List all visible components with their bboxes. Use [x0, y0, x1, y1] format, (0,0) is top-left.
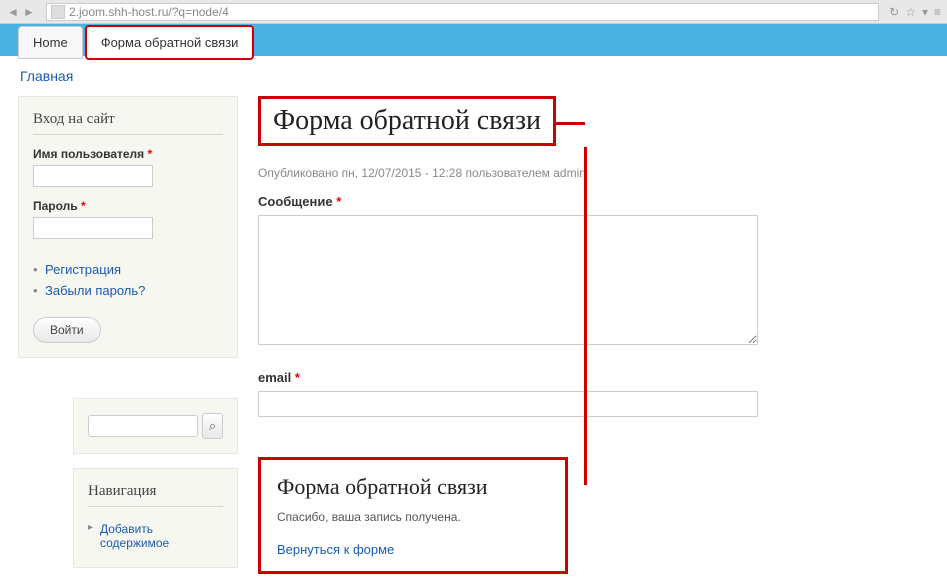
nav-arrows: ◄ ► — [6, 5, 36, 19]
email-label: email * — [258, 370, 929, 385]
nav-list: Добавить содержимое — [88, 519, 223, 553]
browser-toolbar: ◄ ► 2.joom.shh-host.ru/?q=node/4 ↻ ☆ ▾ ≡ — [0, 0, 947, 24]
url-text: 2.joom.shh-host.ru/?q=node/4 — [69, 5, 229, 19]
username-label: Имя пользователя * — [33, 147, 223, 161]
login-widget: Вход на сайт Имя пользователя * Пароль *… — [18, 96, 238, 358]
navigation-widget: Навигация Добавить содержимое — [73, 468, 238, 568]
search-input[interactable] — [88, 415, 198, 437]
sidebar: Вход на сайт Имя пользователя * Пароль *… — [18, 96, 238, 574]
login-links: Регистрация Забыли пароль? — [33, 259, 223, 301]
required-star: * — [336, 194, 341, 209]
username-input[interactable] — [33, 165, 153, 187]
back-arrow-icon[interactable]: ◄ — [6, 5, 20, 19]
menu-feedback-form[interactable]: Форма обратной связи — [85, 25, 255, 60]
add-content-link[interactable]: Добавить содержимое — [100, 522, 169, 550]
search-icon: ⌕ — [209, 418, 216, 434]
top-menu: Home Форма обратной связи — [0, 24, 947, 56]
login-widget-title: Вход на сайт — [33, 111, 223, 135]
register-link[interactable]: Регистрация — [45, 262, 121, 277]
password-input[interactable] — [33, 217, 153, 239]
bookmark-star-icon[interactable]: ☆ — [905, 5, 916, 19]
browser-right-controls: ↻ ☆ ▾ ≡ — [889, 5, 941, 19]
required-star: * — [81, 199, 86, 213]
annotation-connector-vertical — [584, 147, 587, 485]
search-widget: ⌕ — [73, 398, 238, 454]
message-textarea[interactable] — [258, 215, 758, 345]
required-star: * — [295, 370, 300, 385]
password-label: Пароль * — [33, 199, 223, 213]
forgot-password-link[interactable]: Забыли пароль? — [45, 283, 145, 298]
annotation-connector — [553, 122, 585, 125]
page-meta: Опубликовано пн, 12/07/2015 - 12:28 поль… — [258, 166, 929, 180]
main-content: Форма обратной связи Опубликовано пн, 12… — [258, 96, 929, 574]
email-input[interactable] — [258, 391, 758, 417]
page-title: Форма обратной связи — [258, 96, 556, 146]
required-star: * — [148, 147, 153, 161]
dropdown-icon[interactable]: ▾ — [922, 5, 928, 19]
breadcrumb-home-link[interactable]: Главная — [20, 68, 73, 84]
thankyou-box: Форма обратной связи Спасибо, ваша запис… — [258, 457, 568, 574]
message-label: Сообщение * — [258, 194, 929, 209]
menu-icon[interactable]: ≡ — [934, 5, 941, 19]
login-button[interactable]: Войти — [33, 317, 101, 343]
thankyou-message: Спасибо, ваша запись получена. — [277, 510, 549, 524]
page-icon — [51, 5, 65, 19]
forward-arrow-icon[interactable]: ► — [22, 5, 36, 19]
menu-home[interactable]: Home — [18, 26, 83, 59]
search-button[interactable]: ⌕ — [202, 413, 223, 439]
thankyou-title: Форма обратной связи — [277, 474, 549, 500]
breadcrumb: Главная — [0, 56, 947, 96]
reload-icon[interactable]: ↻ — [889, 5, 899, 19]
back-to-form-link[interactable]: Вернуться к форме — [277, 542, 394, 557]
nav-widget-title: Навигация — [88, 483, 223, 507]
url-bar[interactable]: 2.joom.shh-host.ru/?q=node/4 — [46, 3, 879, 21]
